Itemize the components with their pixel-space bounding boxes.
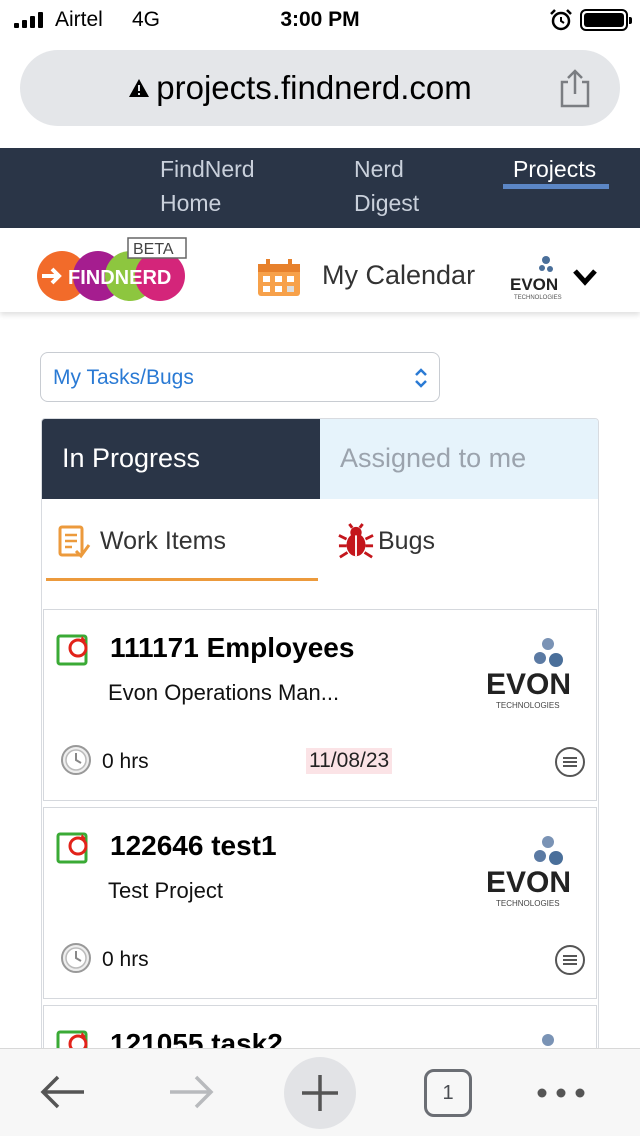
findnerd-logo[interactable]: FINDNERD BETA [34, 236, 194, 302]
task-filter-value: My Tasks/Bugs [53, 366, 194, 389]
svg-text:EVON: EVON [486, 668, 571, 701]
company-logo: EVON TECHNOLOGIES [486, 836, 571, 908]
refresh-task-icon [56, 832, 88, 864]
task-card[interactable]: 111171 Employees Evon Operations Man... … [43, 609, 597, 801]
nav-findnerd-home[interactable]: FindNerd Home [160, 152, 255, 220]
nav-nerd-digest[interactable]: Nerd Digest [354, 152, 419, 220]
more-icon[interactable] [536, 1087, 586, 1099]
subtab-label: Bugs [378, 527, 435, 555]
tab-assigned-to-me[interactable]: Assigned to me [320, 419, 598, 499]
refresh-task-icon [56, 634, 88, 666]
nav-label: Digest [354, 190, 420, 216]
menu-icon[interactable] [554, 746, 586, 778]
select-arrows-icon [415, 368, 427, 388]
subtab-work-items[interactable]: Work Items [46, 499, 318, 581]
back-arrow-icon[interactable] [38, 1073, 88, 1111]
browser-toolbar: 1 [0, 1048, 640, 1136]
task-filter-select[interactable]: My Tasks/Bugs [40, 352, 440, 402]
share-icon[interactable] [556, 68, 594, 108]
battery-icon [580, 9, 632, 31]
tasks-panel: In Progress Assigned to me Work Items Bu… [41, 418, 599, 1118]
status-time: 3:00 PM [280, 8, 360, 31]
svg-text:TECHNOLOGIES: TECHNOLOGIES [496, 701, 560, 710]
warning-icon [129, 79, 150, 97]
nav-projects[interactable]: Projects [513, 152, 596, 186]
nav-label: Home [160, 190, 222, 216]
nav-label: FindNerd [160, 156, 255, 182]
clock-icon [61, 943, 91, 973]
url-text[interactable]: projects.findnerd.com [156, 69, 471, 107]
work-items-icon [58, 525, 91, 559]
subtab-bugs[interactable]: Bugs [328, 499, 588, 581]
task-card[interactable]: 122646 test1 Test Project EVON TECHNOLOG… [43, 807, 597, 999]
task-hours: 0 hrs [102, 948, 149, 971]
menu-icon[interactable] [554, 944, 586, 976]
task-hours: 0 hrs [102, 750, 149, 773]
company-logo[interactable]: EVON TECHNOLOGIES [508, 252, 570, 302]
subtab-label: Work Items [100, 527, 226, 555]
status-bar: Airtel 4G 3:00 PM [0, 0, 640, 40]
address-bar[interactable]: projects.findnerd.com [20, 50, 620, 126]
task-title[interactable]: 122646 test1 [110, 830, 277, 862]
tabs-icon[interactable]: 1 [424, 1069, 472, 1117]
task-title[interactable]: 111171 Employees [110, 632, 354, 664]
calendar-icon[interactable] [256, 258, 302, 298]
nav-label: Projects [513, 156, 597, 182]
nav-active-indicator [503, 184, 609, 189]
svg-text:FINDNERD: FINDNERD [68, 267, 171, 289]
plus-icon [302, 1075, 338, 1111]
svg-text:EVON: EVON [510, 275, 558, 294]
company-logo: EVON TECHNOLOGIES [486, 638, 571, 710]
tab-in-progress[interactable]: In Progress [42, 419, 320, 499]
svg-text:TECHNOLOGIES: TECHNOLOGIES [514, 295, 562, 301]
svg-text:TECHNOLOGIES: TECHNOLOGIES [496, 899, 560, 908]
nav-label: Nerd [354, 156, 404, 182]
svg-text:BETA: BETA [133, 241, 174, 258]
svg-text:EVON: EVON [486, 866, 571, 899]
bug-icon [338, 523, 374, 559]
my-calendar-link[interactable]: My Calendar [322, 260, 475, 291]
task-project: Evon Operations Man... [108, 680, 340, 705]
forward-arrow-icon[interactable] [166, 1073, 216, 1111]
task-project: Test Project [108, 878, 223, 903]
new-tab-button[interactable] [284, 1057, 356, 1129]
chevron-down-icon[interactable] [572, 268, 598, 286]
clock-icon [61, 745, 91, 775]
app-header: FINDNERD BETA My Calendar EVON TECHNOLOG… [0, 228, 640, 312]
alarm-icon [550, 9, 572, 31]
task-due-date: 11/08/23 [306, 748, 393, 774]
